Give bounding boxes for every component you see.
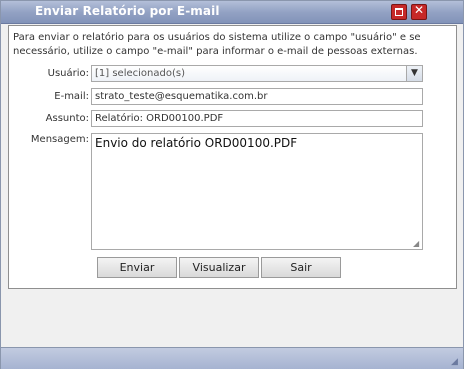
enviar-button[interactable]: Enviar bbox=[97, 257, 177, 278]
mensagem-textarea[interactable]: Envio do relatório ORD00100.PDF ◢ bbox=[91, 133, 423, 250]
mensagem-text: Envio do relatório ORD00100.PDF bbox=[95, 136, 298, 150]
close-icon[interactable]: ✕ bbox=[411, 3, 427, 20]
assunto-field[interactable]: Relatório: ORD00100.PDF bbox=[91, 110, 423, 127]
mensagem-label: Mensagem: bbox=[30, 134, 89, 145]
email-label: E-mail: bbox=[54, 91, 89, 102]
visualizar-button[interactable]: Visualizar bbox=[179, 257, 259, 278]
email-field[interactable]: strato_teste@esquematika.com.br bbox=[91, 88, 423, 105]
assunto-label: Assunto: bbox=[45, 113, 89, 124]
instructions-text: Para enviar o relatório para os usuários… bbox=[13, 32, 421, 57]
usuario-selected-value: [1] selecionado(s) bbox=[95, 68, 185, 79]
status-bar: ◢ bbox=[1, 347, 463, 369]
maximize-icon[interactable] bbox=[391, 4, 407, 20]
title-bar[interactable]: Enviar Relatório por E-mail ✕ bbox=[1, 1, 463, 24]
form-panel: Para enviar o relatório para os usuários… bbox=[8, 25, 457, 289]
resize-grip-icon[interactable]: ◢ bbox=[413, 240, 421, 248]
usuario-select[interactable]: [1] selecionado(s) ▼ bbox=[91, 65, 423, 82]
sair-button[interactable]: Sair bbox=[261, 257, 341, 278]
chevron-down-icon: ▼ bbox=[411, 68, 418, 78]
email-report-dialog: Enviar Relatório por E-mail ✕ Para envia… bbox=[0, 0, 464, 369]
usuario-label: Usuário: bbox=[47, 68, 89, 79]
window-resize-grip-icon[interactable]: ◢ bbox=[451, 357, 461, 367]
dropdown-toggle[interactable]: ▼ bbox=[406, 66, 422, 81]
window-title: Enviar Relatório por E-mail bbox=[35, 4, 220, 18]
